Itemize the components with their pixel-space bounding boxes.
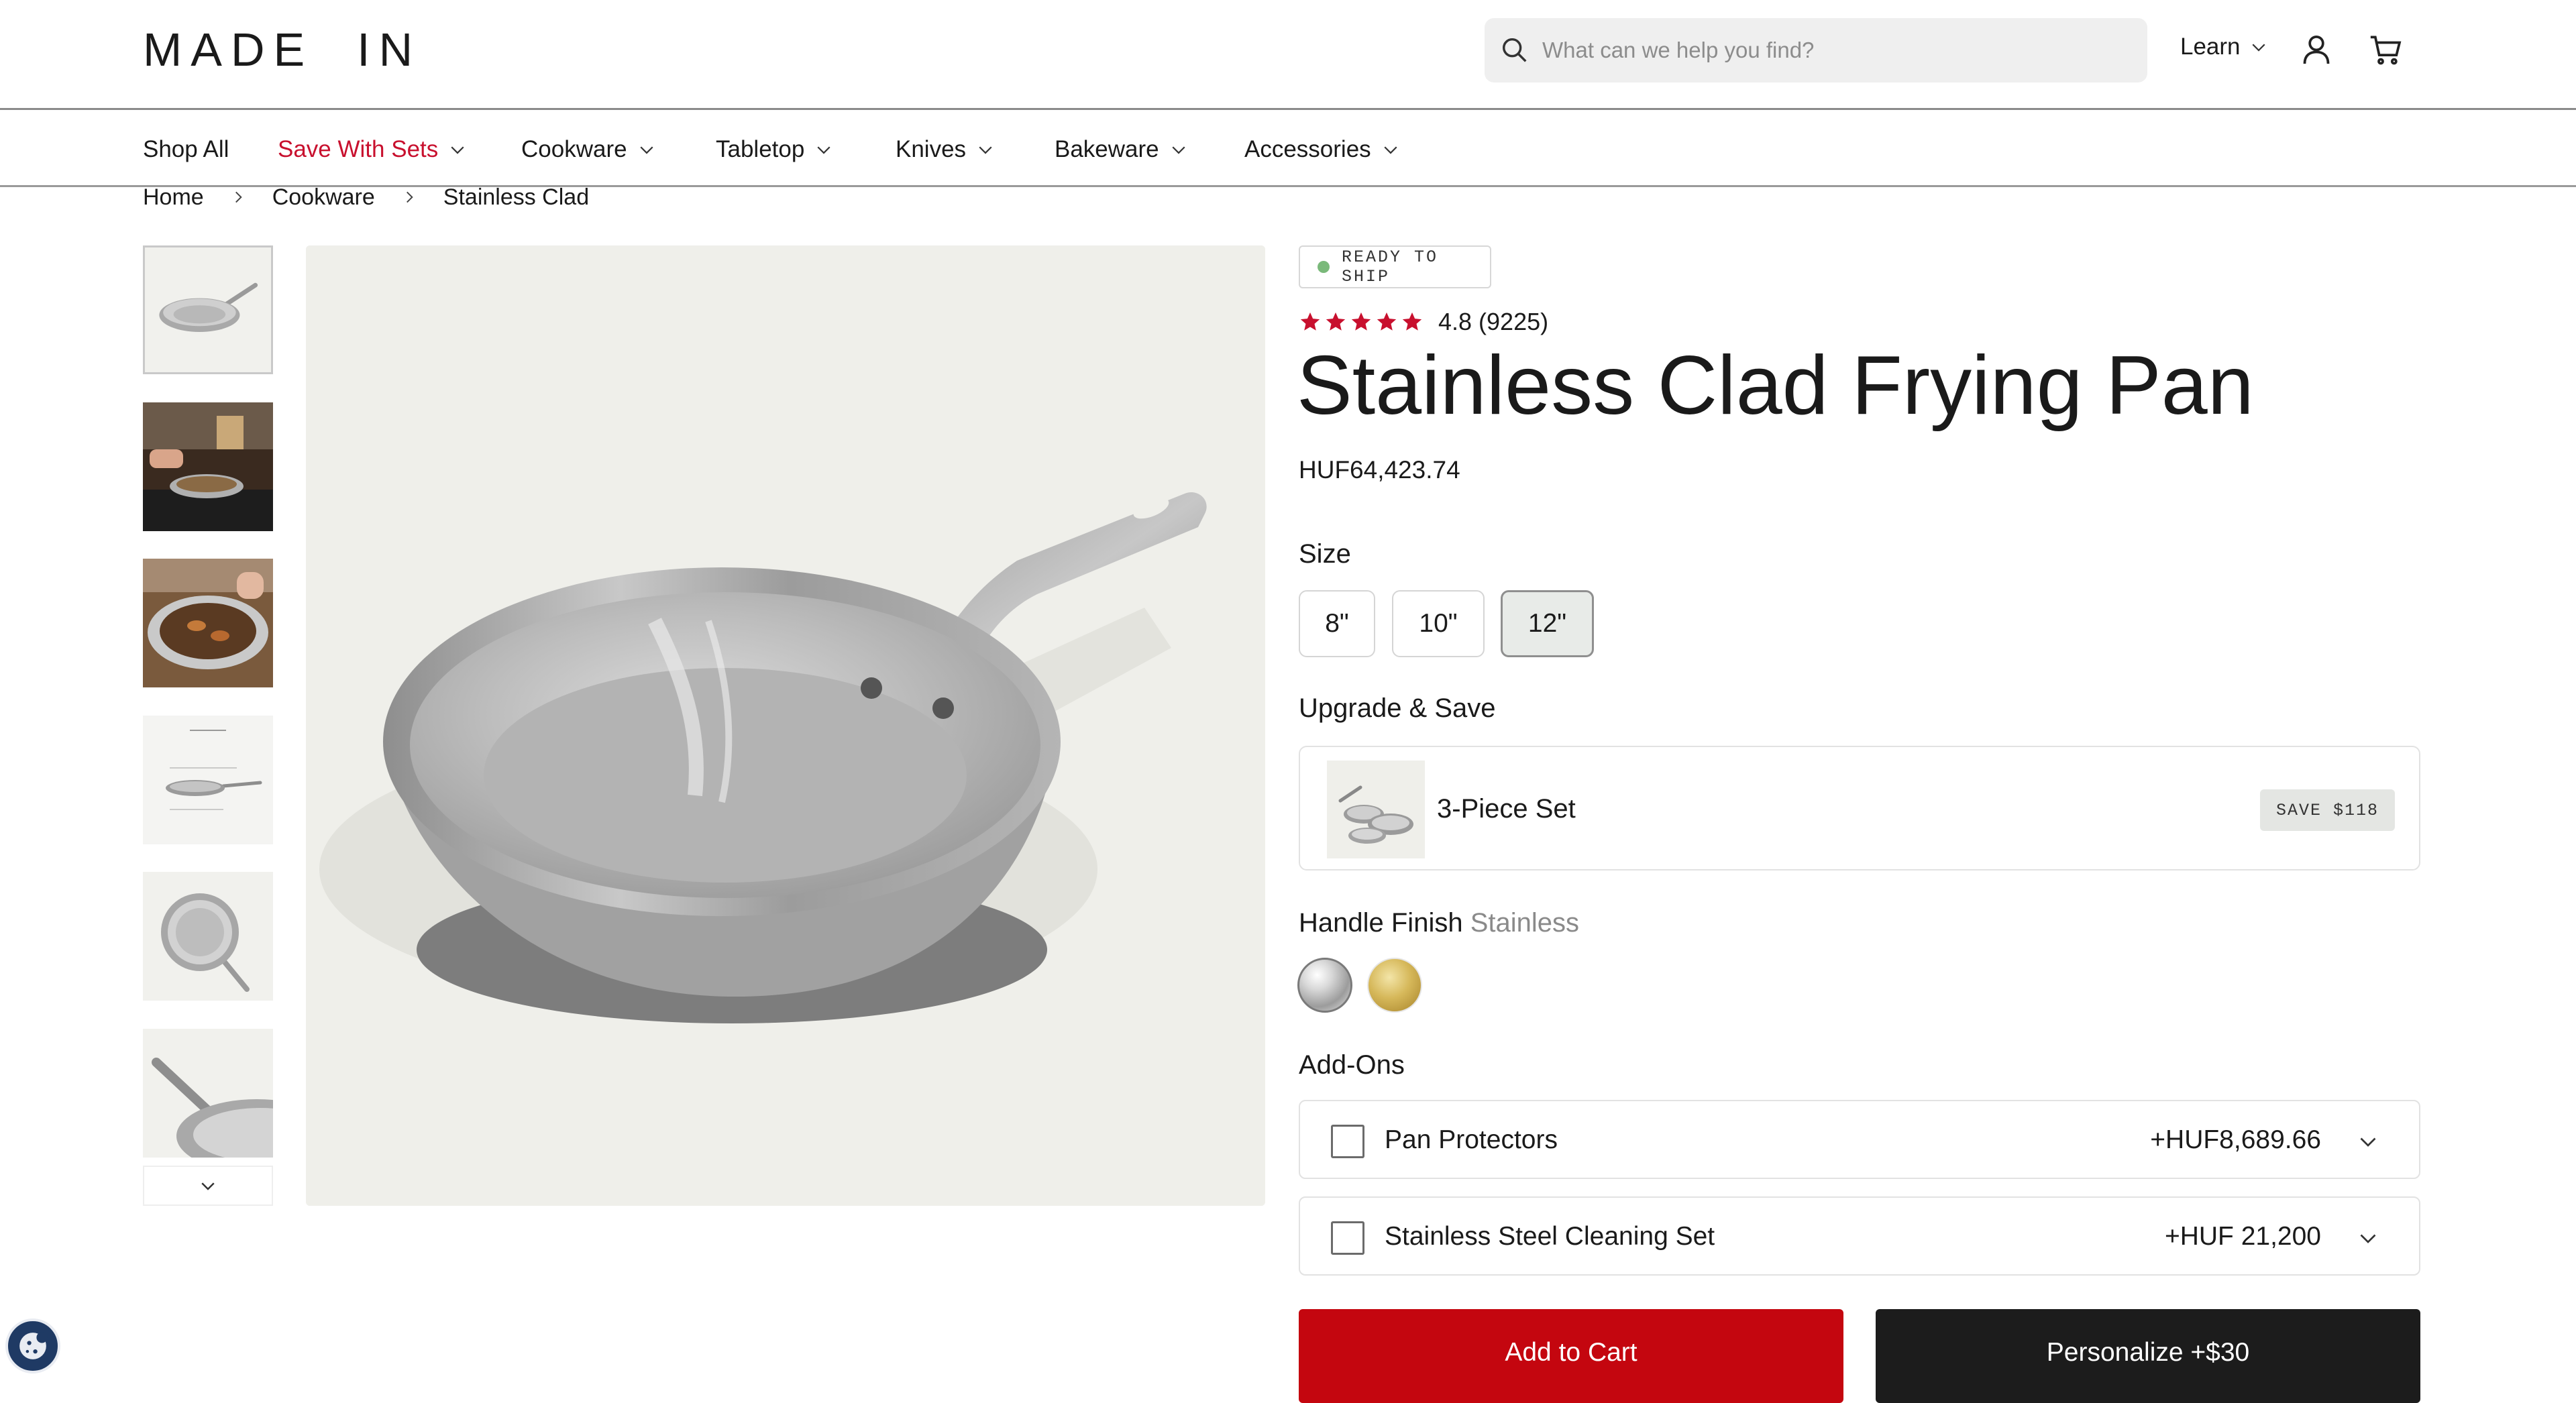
addon-price: +HUF 21,200 [2164,1222,2321,1251]
addon-label: Pan Protectors [1385,1125,1558,1154]
upgrade-set-name: 3-Piece Set [1437,794,1576,824]
addon-pan-protectors[interactable]: Pan Protectors +HUF8,689.66 [1299,1100,2420,1179]
nav-label: Shop All [143,136,229,162]
finish-swatch-gold[interactable] [1367,958,1422,1013]
star-icon [1300,312,1320,331]
product-price: HUF64,423.74 [1299,456,1460,484]
pan-closeup-image [143,1029,273,1158]
ready-to-ship-label: READY TO SHIP [1342,247,1439,286]
chevron-right-icon [235,191,242,203]
frying-pan-image [306,245,1265,1206]
finish-swatch-stainless[interactable] [1297,958,1352,1013]
product-main-image[interactable] [306,245,1265,1206]
thumbnail-1[interactable] [143,245,273,374]
chevron-down-icon [1384,146,1397,154]
save-badge: SAVE $118 [2259,789,2395,831]
nav-item-shop-all[interactable]: Shop All [143,112,229,187]
main-nav: Shop All Save With Sets Cookware Tableto… [0,112,2576,187]
star-icon [1402,312,1422,331]
addon-cleaning-set[interactable]: Stainless Steel Cleaning Set +HUF 21,200 [1299,1196,2420,1276]
set-thumbnail [1327,761,1425,858]
handle-finish-label: Handle Finish Stainless [1299,908,1579,938]
pan-thumbnail-image [145,247,271,372]
nav-item-save-with-sets[interactable]: Save With Sets [278,112,468,187]
brand-logo[interactable]: MADE IN [143,23,421,76]
nav-item-knives[interactable]: Knives [896,112,996,187]
addon-price: +HUF8,689.66 [2150,1125,2321,1154]
dimensions-diagram-image [143,716,273,844]
account-icon[interactable] [2298,31,2335,68]
status-dot-icon [1318,261,1330,273]
thumbnail-2[interactable] [143,402,273,531]
star-icon [1377,312,1397,331]
size-option-12[interactable]: 12" [1501,590,1594,657]
chevron-down-icon[interactable] [2356,1226,2380,1250]
pan-top-view-image [143,872,273,1001]
star-icon [1326,312,1346,331]
chevron-down-icon [1172,146,1185,154]
breadcrumb-home[interactable]: Home [143,184,204,211]
chevron-down-icon [640,146,653,154]
nav-label: Bakeware [1055,136,1159,162]
nav-label: Accessories [1244,136,1371,162]
review-count: (9225) [1479,308,1549,335]
search-input[interactable] [1541,18,2131,82]
search-bar[interactable] [1485,18,2147,82]
nav-label: Knives [896,136,967,162]
thumbnail-4[interactable] [143,716,273,844]
product-title: Stainless Clad Frying Pan [1297,339,2254,432]
ready-to-ship-badge: READY TO SHIP [1299,245,1491,288]
addons-label: Add-Ons [1299,1050,1405,1080]
breadcrumb: Home Cookware Stainless Clad [143,182,589,212]
nav-label: Tabletop [716,136,805,162]
cooking-photo-image [143,559,273,687]
personalize-button[interactable]: Personalize +$30 [1876,1309,2420,1403]
chevron-down-icon [817,146,830,154]
cookie-settings-button[interactable] [5,1318,60,1373]
thumbnail-6[interactable] [143,1029,273,1158]
star-rating [1299,311,1424,333]
breadcrumb-cookware[interactable]: Cookware [272,184,375,211]
learn-menu[interactable]: Learn [2180,34,2269,60]
nav-label: Cookware [521,136,627,162]
cookie-icon [19,1332,48,1359]
nav-item-accessories[interactable]: Accessories [1244,112,1401,187]
chevron-down-icon [979,146,992,154]
chevron-down-icon[interactable] [2356,1129,2380,1154]
chevron-down-icon [451,146,464,154]
star-icon [1351,312,1371,331]
addon-checkbox[interactable] [1331,1125,1364,1158]
nav-item-tabletop[interactable]: Tabletop [716,112,834,187]
size-option-10[interactable]: 10" [1392,590,1485,657]
kitchen-photo-image [143,402,273,531]
chevron-down-icon [201,1182,215,1190]
thumbnail-scroll-down-button[interactable] [143,1166,273,1206]
thumbnail-5[interactable] [143,872,273,1001]
cart-icon[interactable] [2367,31,2404,68]
addon-label: Stainless Steel Cleaning Set [1385,1222,1715,1251]
nav-item-bakeware[interactable]: Bakeware [1055,112,1189,187]
handle-finish-value: Stainless [1470,908,1580,938]
size-label: Size [1299,539,1351,569]
search-icon [1502,38,1527,62]
site-header: MADE IN Learn [0,0,2576,110]
breadcrumb-current: Stainless Clad [443,184,590,210]
learn-label: Learn [2180,34,2241,60]
chevron-down-icon [2251,44,2265,52]
three-piece-set-image [1327,761,1425,858]
addon-checkbox[interactable] [1331,1221,1364,1255]
size-option-8[interactable]: 8" [1299,590,1375,657]
upgrade-set-card[interactable]: 3-Piece Set SAVE $118 [1299,746,2420,871]
nav-label: Save With Sets [278,136,439,162]
chevron-right-icon [406,191,413,203]
handle-finish-title: Handle Finish [1299,908,1463,938]
thumbnail-3[interactable] [143,559,273,687]
add-to-cart-button[interactable]: Add to Cart [1299,1309,1843,1403]
rating-value: 4.8 [1438,308,1472,335]
upgrade-label: Upgrade & Save [1299,693,1496,723]
rating-summary[interactable]: 4.8 (9225) [1299,306,1548,338]
nav-item-cookware[interactable]: Cookware [521,112,657,187]
